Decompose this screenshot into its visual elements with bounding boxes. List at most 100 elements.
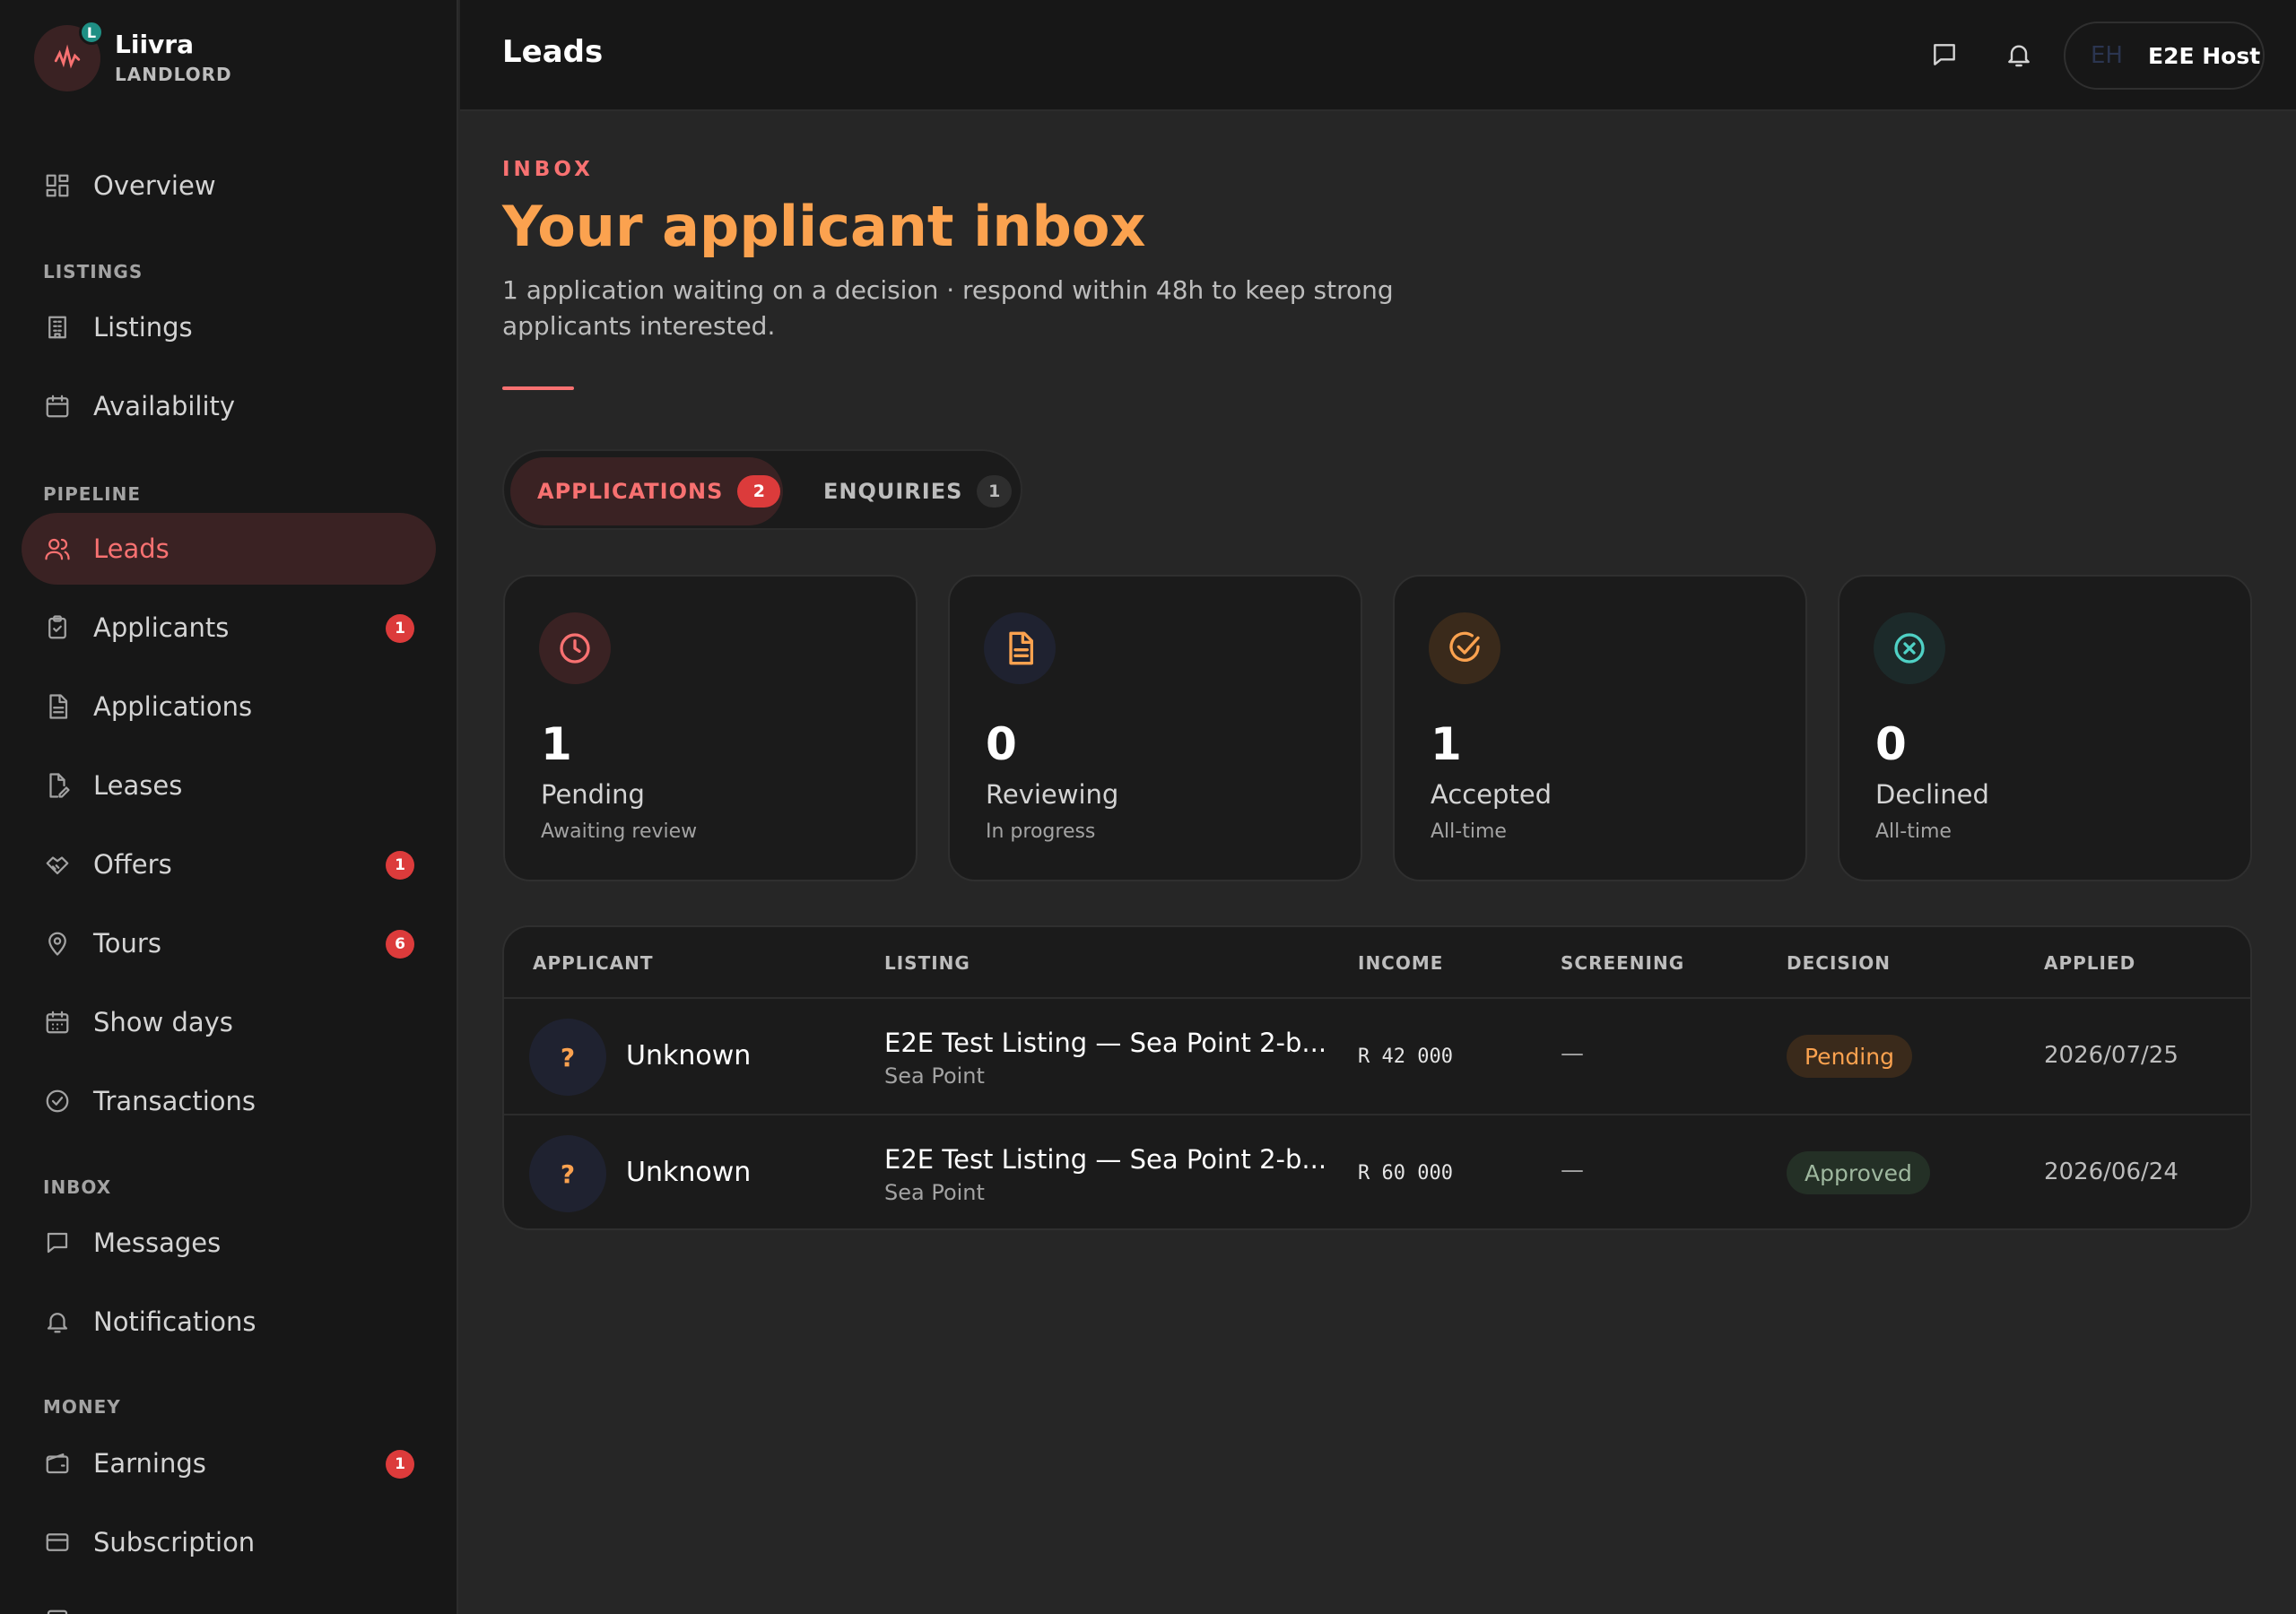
status-badge: Pending <box>1787 1035 1912 1078</box>
sidebar-item-label: Leads <box>93 534 170 564</box>
sidebar-item-label: Subscription <box>93 1527 256 1558</box>
bell-icon <box>2008 45 2030 67</box>
receipt-icon <box>43 1607 72 1614</box>
applied-date: 2026/06/24 <box>2044 1158 2179 1185</box>
listing-title[interactable]: E2E Test Listing — Sea Point 2-b... <box>884 1028 1326 1058</box>
user-menu[interactable]: EH E2E Host <box>2064 22 2265 90</box>
stat-sublabel: All-time <box>1875 820 1952 843</box>
column-header-screening[interactable]: SCREENING <box>1561 952 1684 974</box>
brand[interactable]: L Liivra LANDLORD <box>34 20 232 91</box>
avatar: EH <box>2091 42 2123 69</box>
sidebar-item-label: Messages <box>93 1228 222 1258</box>
status-badge: Approved <box>1787 1151 1930 1194</box>
table-row[interactable]: ? Unknown E2E Test Listing — Sea Point 2… <box>504 1114 2250 1228</box>
check-circle-icon <box>1429 612 1500 684</box>
stat-label: Pending <box>541 779 645 810</box>
column-header-listing[interactable]: LISTING <box>884 952 970 974</box>
sidebar-item-messages[interactable]: Messages <box>22 1207 436 1279</box>
tab-applications[interactable]: APPLICATIONS 2 <box>510 457 783 525</box>
nav-section-money: MONEY <box>43 1396 121 1418</box>
notification-badge: 1 <box>386 614 414 643</box>
sidebar-item-applications[interactable]: Applications <box>22 671 436 742</box>
sidebar-item-label: Availability <box>93 391 236 421</box>
clock-icon <box>539 612 611 684</box>
sidebar-item-label: Transactions <box>93 1086 257 1116</box>
brand-badge: L <box>79 20 104 45</box>
sidebar-item-offers[interactable]: Offers 1 <box>22 829 436 900</box>
income-value: R 42 000 <box>1358 1046 1453 1068</box>
stat-label: Declined <box>1875 779 1989 810</box>
screening-value: — <box>1561 1157 1584 1184</box>
sidebar: L Liivra LANDLORD Overview LISTINGS List… <box>0 0 458 1614</box>
logo-mark-icon <box>54 44 81 69</box>
map-pin-icon <box>43 929 72 958</box>
column-header-income[interactable]: INCOME <box>1358 952 1443 974</box>
file-icon <box>43 692 72 721</box>
sidebar-item-transactions[interactable]: Transactions <box>22 1065 436 1137</box>
column-header-decision[interactable]: DECISION <box>1787 952 1891 974</box>
stat-value: 0 <box>986 718 1017 770</box>
avatar: ? <box>529 1019 606 1096</box>
sidebar-item-applicants[interactable]: Applicants 1 <box>22 592 436 664</box>
sidebar-item-tours[interactable]: Tours 6 <box>22 907 436 979</box>
stat-value: 0 <box>1875 718 1907 770</box>
column-header-applicant[interactable]: APPLICANT <box>533 952 654 974</box>
sidebar-item-label: Earnings <box>93 1448 206 1479</box>
building-icon <box>43 313 72 342</box>
column-header-applied[interactable]: APPLIED <box>2044 952 2135 974</box>
sidebar-item-availability[interactable]: Availability <box>22 370 436 442</box>
notification-badge: 1 <box>386 1450 414 1479</box>
sidebar-item-earnings[interactable]: Earnings 1 <box>22 1427 436 1499</box>
nav-section-pipeline: PIPELINE <box>43 483 142 505</box>
sidebar-item-label: Offers <box>93 849 172 880</box>
stat-label: Accepted <box>1431 779 1552 810</box>
stat-card-accepted[interactable]: 1 Accepted All-time <box>1393 575 1807 881</box>
sidebar-item-label: Applications <box>93 691 253 722</box>
sidebar-item-show-days[interactable]: Show days <box>22 986 436 1058</box>
nav-section-listings: LISTINGS <box>43 261 144 282</box>
tab-count-badge: 1 <box>977 475 1012 508</box>
listing-area: Sea Point <box>884 1063 985 1089</box>
clipboard-icon <box>43 613 72 642</box>
section-eyebrow: INBOX <box>502 158 594 181</box>
listing-area: Sea Point <box>884 1180 985 1205</box>
stat-card-pending[interactable]: 1 Pending Awaiting review <box>503 575 918 881</box>
stat-sublabel: In progress <box>986 820 1096 843</box>
stat-card-reviewing[interactable]: 0 Reviewing In progress <box>948 575 1362 881</box>
stat-card-declined[interactable]: 0 Declined All-time <box>1838 575 2252 881</box>
sidebar-item-overview[interactable]: Overview <box>22 150 436 221</box>
sidebar-item-leases[interactable]: Leases <box>22 750 436 821</box>
message-icon <box>43 1228 72 1257</box>
accent-divider <box>502 386 574 390</box>
users-icon <box>43 534 72 563</box>
badge-check-icon <box>43 1087 72 1115</box>
table-row[interactable]: ? Unknown E2E Test Listing — Sea Point 2… <box>504 997 2250 1114</box>
applications-table: APPLICANT LISTING INCOME SCREENING DECIS… <box>502 925 2252 1230</box>
sidebar-item-listings[interactable]: Listings <box>22 291 436 363</box>
stat-value: 1 <box>1431 718 1462 770</box>
sidebar-item-partial[interactable] <box>22 1585 436 1614</box>
applied-date: 2026/07/25 <box>2044 1042 2179 1069</box>
brand-role: LANDLORD <box>115 64 232 85</box>
sidebar-item-leads[interactable]: Leads <box>22 513 436 585</box>
inbox-tabs: APPLICATIONS 2 ENQUIRIES 1 <box>502 449 1022 530</box>
page-title: Leads <box>502 34 604 70</box>
sidebar-item-notifications[interactable]: Notifications <box>22 1286 436 1358</box>
tab-enquiries[interactable]: ENQUIRIES 1 <box>796 457 1012 525</box>
brand-name: Liivra <box>115 30 194 59</box>
message-icon <box>1934 44 1955 65</box>
wallet-icon <box>43 1449 72 1478</box>
tab-label: APPLICATIONS <box>537 479 724 504</box>
sidebar-item-label: Notifications <box>93 1306 257 1337</box>
sidebar-item-subscription[interactable]: Subscription <box>22 1506 436 1578</box>
sidebar-item-label: Applicants <box>93 612 230 643</box>
bell-icon <box>43 1307 72 1336</box>
listing-title[interactable]: E2E Test Listing — Sea Point 2-b... <box>884 1144 1326 1175</box>
document-icon <box>984 612 1056 684</box>
sidebar-item-label: Tours <box>93 928 161 959</box>
income-value: R 60 000 <box>1358 1162 1453 1184</box>
file-signature-icon <box>43 771 72 800</box>
messages-icon-button[interactable] <box>1926 36 1963 74</box>
screening-value: — <box>1561 1040 1584 1067</box>
notifications-icon-button[interactable] <box>2000 36 2038 74</box>
